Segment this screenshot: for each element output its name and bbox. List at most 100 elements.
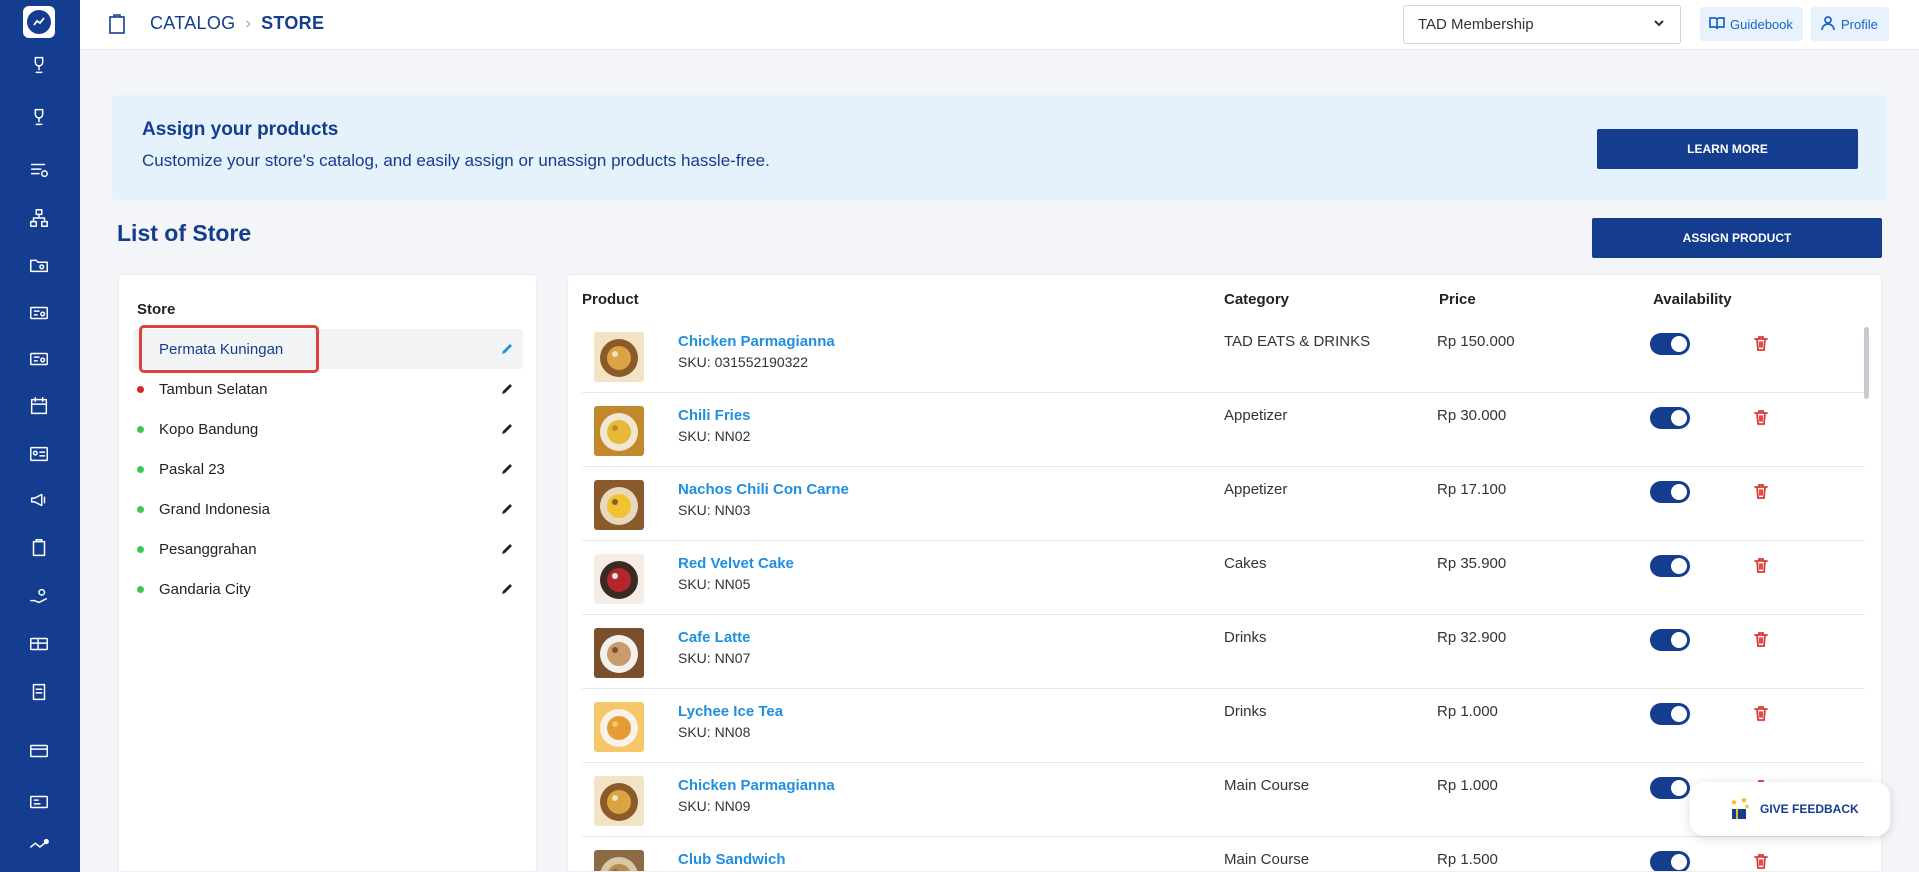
store-item[interactable]: Kopo Bandung: [133, 409, 523, 449]
assign-product-button[interactable]: ASSIGN PRODUCT: [1592, 218, 1882, 258]
pencil-icon[interactable]: [499, 541, 515, 557]
sidebar: [0, 0, 80, 872]
table-row: Lychee Ice Tea SKU: NN08 Drinks Rp 1.000: [582, 689, 1865, 763]
availability-toggle[interactable]: [1650, 703, 1690, 725]
store-item[interactable]: Permata Kuningan: [133, 329, 523, 369]
column-header-price: Price: [1439, 291, 1476, 308]
pencil-icon[interactable]: [499, 381, 515, 397]
product-price: Rp 150.000: [1437, 333, 1515, 350]
trash-icon[interactable]: [1752, 630, 1770, 648]
store-name: Kopo Bandung: [159, 420, 259, 438]
product-price: Rp 1.000: [1437, 777, 1498, 794]
payment-icon[interactable]: [26, 789, 52, 815]
availability-toggle[interactable]: [1650, 407, 1690, 429]
voucher-icon[interactable]: [26, 300, 52, 326]
hand-coin-icon[interactable]: [26, 583, 52, 609]
gift-card-icon[interactable]: [26, 631, 52, 657]
product-name[interactable]: Nachos Chili Con Carne: [678, 481, 849, 498]
calendar-icon[interactable]: [26, 393, 52, 419]
product-thumbnail: [594, 480, 644, 530]
product-category: Main Course: [1224, 777, 1310, 794]
pencil-icon[interactable]: [499, 581, 515, 597]
product-thumbnail: [594, 406, 644, 456]
product-price: Rp 1.000: [1437, 703, 1498, 720]
org-chart-icon[interactable]: [26, 205, 52, 231]
give-feedback-button[interactable]: GIVE FEEDBACK: [1690, 782, 1890, 836]
store-name: Tambun Selatan: [159, 380, 268, 398]
product-thumbnail: [594, 850, 644, 871]
table-row: Chicken Parmagianna SKU: NN09 Main Cours…: [582, 763, 1865, 837]
voucher-icon[interactable]: [26, 346, 52, 372]
profile-label: Profile: [1841, 16, 1878, 32]
trash-icon[interactable]: [1752, 852, 1770, 870]
table-row: Nachos Chili Con Carne SKU: NN03 Appetiz…: [582, 467, 1865, 541]
trophy-icon[interactable]: [26, 52, 52, 78]
store-list-header: Store: [137, 301, 176, 318]
notification-icon[interactable]: [26, 834, 52, 860]
list-settings-icon[interactable]: [26, 157, 52, 183]
profile-button[interactable]: Profile: [1811, 7, 1889, 41]
pencil-icon[interactable]: [499, 461, 515, 477]
store-item[interactable]: Paskal 23: [133, 449, 523, 489]
availability-toggle[interactable]: [1650, 333, 1690, 355]
store-item[interactable]: Grand Indonesia: [133, 489, 523, 529]
trash-icon[interactable]: [1752, 334, 1770, 352]
trash-icon[interactable]: [1752, 556, 1770, 574]
product-name[interactable]: Lychee Ice Tea: [678, 703, 783, 720]
table-row: Club Sandwich SKU: NN10 Main Course Rp 1…: [582, 837, 1865, 871]
membership-select-value: TAD Membership: [1418, 16, 1534, 33]
product-category: Drinks: [1224, 703, 1267, 720]
megaphone-icon[interactable]: [26, 487, 52, 513]
availability-toggle[interactable]: [1650, 481, 1690, 503]
availability-toggle[interactable]: [1650, 555, 1690, 577]
credit-card-icon[interactable]: [26, 738, 52, 764]
product-sku: SKU: NN03: [678, 502, 751, 518]
membership-select[interactable]: TAD Membership: [1403, 5, 1681, 44]
product-name[interactable]: Chili Fries: [678, 407, 751, 424]
store-name: Gandaria City: [159, 580, 251, 598]
app-logo[interactable]: [23, 6, 55, 38]
availability-toggle[interactable]: [1650, 777, 1690, 799]
store-name: Grand Indonesia: [159, 500, 270, 518]
availability-toggle[interactable]: [1650, 851, 1690, 871]
guidebook-button[interactable]: Guidebook: [1700, 7, 1803, 41]
availability-toggle[interactable]: [1650, 629, 1690, 651]
banner-title: Assign your products: [142, 119, 339, 140]
store-item[interactable]: Gandaria City: [133, 569, 523, 609]
store-item[interactable]: Tambun Selatan: [133, 369, 523, 409]
stars-box-icon: [1726, 795, 1752, 824]
clipboard-icon[interactable]: [26, 535, 52, 561]
status-dot: [137, 585, 144, 593]
folder-icon[interactable]: [26, 252, 52, 278]
pencil-icon[interactable]: [499, 341, 515, 357]
trash-icon[interactable]: [1752, 482, 1770, 500]
pencil-icon[interactable]: [499, 501, 515, 517]
info-banner: Assign your products Customize your stor…: [112, 95, 1887, 200]
trophy-icon[interactable]: [26, 104, 52, 130]
product-name[interactable]: Chicken Parmagianna: [678, 333, 835, 350]
pencil-icon[interactable]: [499, 421, 515, 437]
product-name[interactable]: Cafe Latte: [678, 629, 751, 646]
id-card-icon[interactable]: [26, 441, 52, 467]
product-category: Drinks: [1224, 629, 1267, 646]
product-name[interactable]: Red Velvet Cake: [678, 555, 794, 572]
product-name[interactable]: Chicken Parmagianna: [678, 777, 835, 794]
store-item[interactable]: Pesanggrahan: [133, 529, 523, 569]
trash-icon[interactable]: [1752, 704, 1770, 722]
banner-description: Customize your store's catalog, and easi…: [142, 151, 770, 170]
document-icon[interactable]: [26, 679, 52, 705]
user-icon: [1819, 14, 1837, 35]
status-dot: [137, 465, 144, 473]
product-name[interactable]: Club Sandwich: [678, 851, 786, 868]
store-name: Paskal 23: [159, 460, 225, 478]
product-price: Rp 17.100: [1437, 481, 1507, 498]
product-sku: SKU: 031552190322: [678, 354, 808, 370]
scrollbar[interactable]: [1864, 327, 1869, 399]
clipboard-icon: [108, 14, 126, 34]
product-sku: SKU: NN05: [678, 576, 751, 592]
learn-more-button[interactable]: LEARN MORE: [1597, 129, 1858, 169]
breadcrumb-catalog[interactable]: CATALOG: [150, 13, 235, 34]
product-price: Rp 1.500: [1437, 851, 1498, 868]
product-sku: SKU: NN08: [678, 724, 751, 740]
trash-icon[interactable]: [1752, 408, 1770, 426]
